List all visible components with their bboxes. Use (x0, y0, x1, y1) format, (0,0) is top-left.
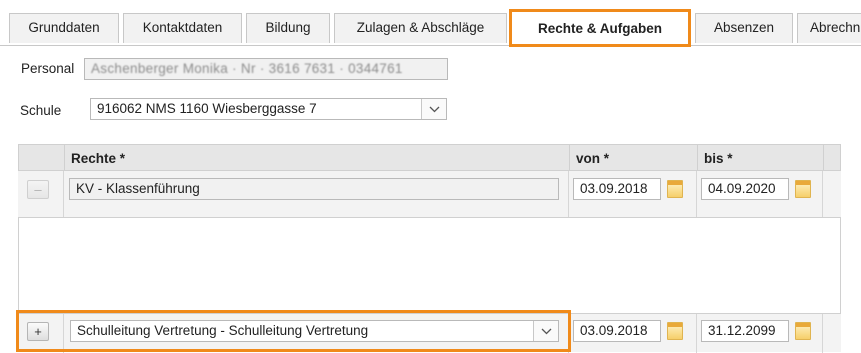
tab-abrechnung[interactable]: Abrechn (797, 13, 861, 43)
tab-grunddaten[interactable]: Grunddaten (9, 13, 119, 43)
schule-value: 916062 NMS 1160 Wiesberggasse 7 (97, 101, 317, 116)
col-rechte: Rechte * (64, 145, 569, 172)
von-date-field[interactable]: 03.09.2018 (573, 178, 661, 200)
tab-rechte-aufgaben[interactable]: Rechte & Aufgaben (509, 9, 691, 47)
table-empty-area (18, 218, 841, 313)
schule-label: Schule (20, 103, 62, 118)
col-divider (822, 171, 823, 217)
tab-bar: Grunddaten Kontaktdaten Bildung Zulagen … (0, 0, 861, 47)
tab-bildung[interactable]: Bildung (246, 13, 330, 43)
col-divider (63, 171, 64, 217)
tab-divider (0, 45, 861, 46)
col-von: von * (569, 145, 697, 172)
table-header: Rechte * von * bis * (18, 144, 842, 172)
col-divider (696, 314, 697, 353)
remove-row-button[interactable]: – (27, 180, 49, 199)
new-row-highlight (16, 310, 571, 352)
tab-zulagen-abschlaege[interactable]: Zulagen & Abschläge (334, 13, 507, 43)
col-divider (568, 171, 569, 217)
personal-value: Aschenberger Monika · Nr · 3616 7631 · 0… (91, 61, 403, 76)
schule-select[interactable]: 916062 NMS 1160 Wiesberggasse 7 (90, 98, 447, 120)
personal-label: Personal (21, 61, 75, 76)
col-divider (822, 314, 823, 353)
tab-kontaktdaten[interactable]: Kontaktdaten (123, 13, 242, 43)
chevron-down-icon[interactable] (421, 99, 446, 119)
calendar-icon[interactable] (667, 322, 683, 340)
tab-absenzen[interactable]: Absenzen (695, 13, 793, 43)
col-divider (696, 171, 697, 217)
recht-field: KV - Klassenführung (69, 178, 559, 200)
calendar-icon[interactable] (795, 322, 811, 340)
personal-field: Aschenberger Monika · Nr · 3616 7631 · 0… (84, 58, 448, 80)
bis-date-field[interactable]: 04.09.2020 (701, 178, 789, 200)
bis-date-field[interactable]: 31.12.2099 (701, 320, 789, 342)
calendar-icon[interactable] (795, 180, 811, 198)
von-date-field[interactable]: 03.09.2018 (573, 320, 661, 342)
calendar-icon[interactable] (667, 180, 683, 198)
col-bis: bis * (697, 145, 823, 172)
col-spacer (823, 145, 842, 172)
